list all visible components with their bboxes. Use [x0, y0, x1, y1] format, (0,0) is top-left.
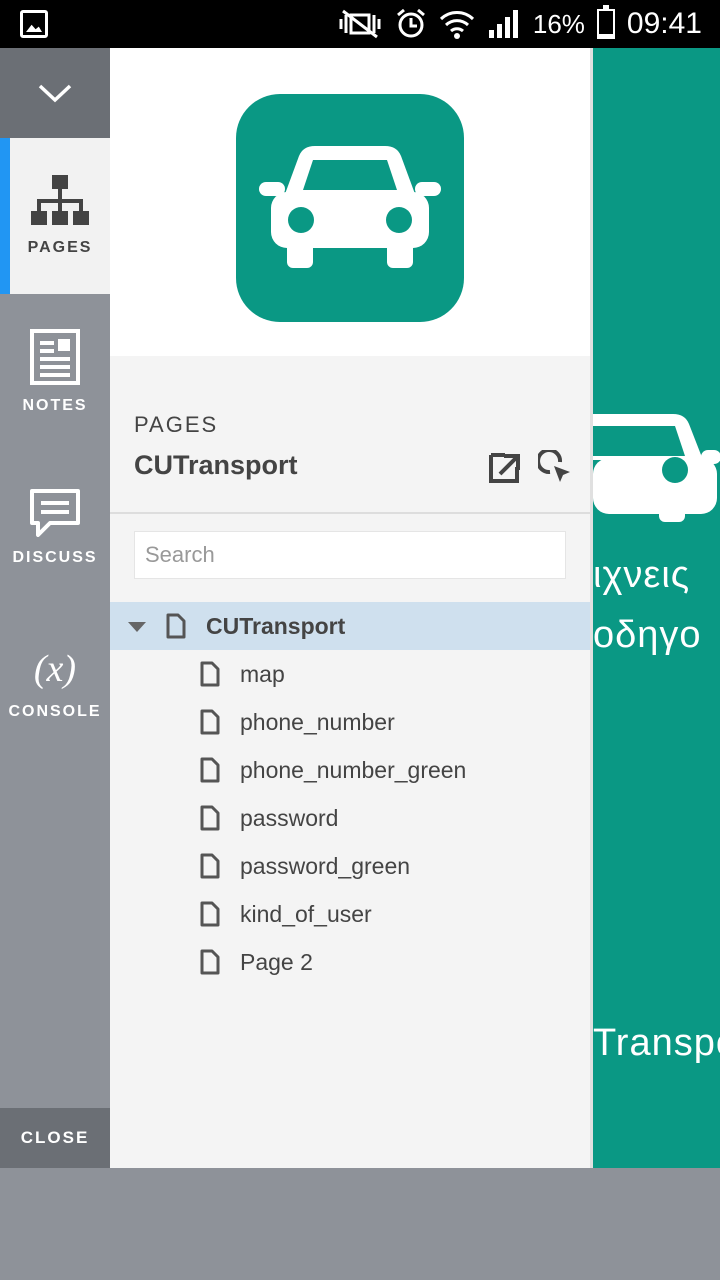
- clock: 09:41: [626, 7, 702, 40]
- app-logo-area: [110, 48, 590, 356]
- tree-row-phone-number[interactable]: phone_number: [110, 698, 590, 746]
- tree-row-page-2[interactable]: Page 2: [110, 938, 590, 986]
- rail-item-console[interactable]: (x) CONSOLE: [0, 606, 110, 762]
- rail-item-pages[interactable]: PAGES: [0, 138, 110, 294]
- chat-icon: [30, 489, 80, 537]
- car-icon: [593, 414, 720, 522]
- tree-label: map: [240, 660, 285, 687]
- project-title: CUTransport: [134, 450, 298, 480]
- page-icon: [200, 709, 220, 735]
- page-icon: [200, 805, 220, 831]
- app-preview: ιχνεις οδηγο Transpo: [590, 48, 720, 1168]
- collapse-button[interactable]: [0, 48, 110, 138]
- search-input[interactable]: [134, 531, 566, 579]
- section-label: PAGES: [134, 412, 219, 437]
- page-tree: CUTransport map phone_number phone_numbe…: [110, 602, 590, 986]
- background-area: [0, 1168, 720, 1280]
- mute-icon: [339, 9, 381, 39]
- page-icon: [200, 949, 220, 975]
- rail-item-notes[interactable]: NOTES: [0, 294, 110, 450]
- tree-label: CUTransport: [206, 612, 346, 639]
- wifi-icon: [439, 11, 474, 39]
- battery-percent: 16%: [532, 8, 585, 39]
- page-icon: [166, 613, 186, 639]
- status-indicators: 16% 09:41: [337, 0, 702, 48]
- tree-row-kind-of-user[interactable]: kind_of_user: [110, 890, 590, 938]
- page-icon: [200, 901, 220, 927]
- header-actions: [488, 448, 572, 484]
- page-icon: [200, 661, 220, 687]
- tree-row-password-green[interactable]: password_green: [110, 842, 590, 890]
- tree-row-root[interactable]: CUTransport: [110, 602, 590, 650]
- rail-label-console: CONSOLE: [8, 703, 102, 720]
- notes-icon: [30, 329, 80, 385]
- pages-panel: PAGES CUTransport CUTransport map phone_…: [110, 48, 590, 1168]
- rail-label-discuss: DISCUSS: [12, 549, 98, 566]
- tree-row-password[interactable]: password: [110, 794, 590, 842]
- pointer-select-icon[interactable]: [536, 448, 572, 484]
- side-rail: PAGES NOTES DISCUSS (x) CONSOLE CLOSE: [0, 48, 110, 1168]
- tree-row-map[interactable]: map: [110, 650, 590, 698]
- preview-text-2: οδηγο: [593, 614, 702, 656]
- tree-row-phone-number-green[interactable]: phone_number_green: [110, 746, 590, 794]
- tree-label: password: [240, 804, 339, 831]
- page-icon: [200, 757, 220, 783]
- open-external-icon[interactable]: [488, 450, 522, 484]
- tree-label: Page 2: [240, 948, 313, 975]
- gallery-notification-icon: [20, 10, 48, 38]
- chevron-down-icon: [38, 84, 72, 103]
- tree-label: kind_of_user: [240, 900, 372, 927]
- preview-text-1: ιχνεις: [593, 554, 691, 596]
- tree-label: phone_number_green: [240, 756, 467, 783]
- car-icon: [259, 146, 441, 268]
- alarm-icon: [396, 8, 425, 38]
- divider: [110, 512, 590, 514]
- preview-text-3: Transpo: [593, 1022, 720, 1064]
- tree-label: phone_number: [240, 708, 395, 735]
- status-bar: 16% 09:41: [0, 0, 720, 48]
- rail-label-notes: NOTES: [22, 397, 88, 414]
- caret-down-icon[interactable]: [128, 622, 146, 632]
- signal-icon: [488, 10, 518, 38]
- function-icon: (x): [33, 648, 77, 690]
- rail-item-discuss[interactable]: DISCUSS: [0, 450, 110, 606]
- page-icon: [200, 853, 220, 879]
- app-icon: [236, 94, 464, 322]
- tree-label: password_green: [240, 852, 411, 879]
- rail-label-pages: PAGES: [27, 239, 93, 256]
- close-button[interactable]: CLOSE: [0, 1108, 110, 1168]
- battery-icon: [596, 5, 615, 39]
- sitemap-icon: [31, 175, 89, 225]
